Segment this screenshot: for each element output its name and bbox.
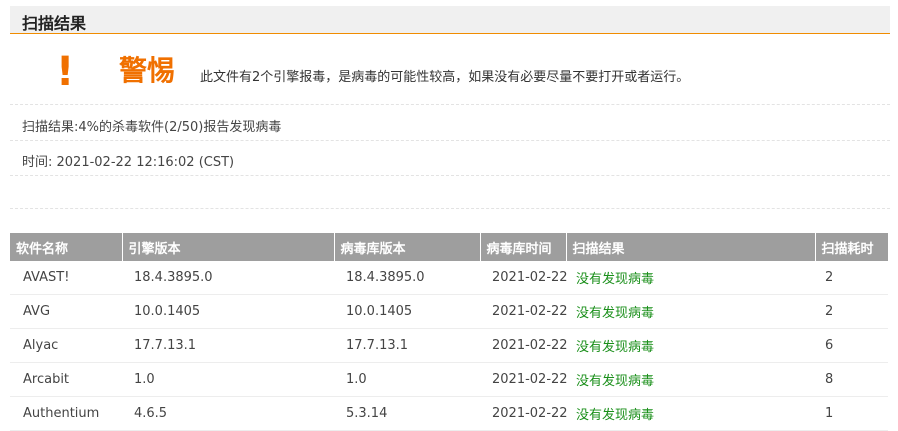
table-row: Authentium 4.6.5 5.3.14 2021-02-22 没有发现病… bbox=[10, 396, 888, 431]
software-name: Arcabit bbox=[10, 362, 122, 397]
scan-result-summary: 扫描结果:4%的杀毒软件(2/50)报告发现病毒 bbox=[22, 120, 282, 135]
db-version: 5.3.14 bbox=[334, 396, 480, 431]
engine-version: 10.0.1405 bbox=[122, 294, 334, 329]
column-header-db-version: 病毒库版本 bbox=[334, 233, 481, 261]
scan-duration: 8 bbox=[815, 362, 888, 397]
divider bbox=[10, 175, 890, 176]
table-row: Alyac 17.7.13.1 17.7.13.1 2021-02-22 没有发… bbox=[10, 328, 888, 363]
scan-results-table: 软件名称 引擎版本 病毒库版本 病毒库时间 扫描结果 扫描耗时 AVAST! 1… bbox=[10, 233, 888, 431]
table-row: AVG 10.0.1405 10.0.1405 2021-02-22 没有发现病… bbox=[10, 294, 888, 329]
db-date: 2021-02-22 bbox=[480, 328, 568, 363]
scan-result: 没有发现病毒 bbox=[566, 294, 815, 329]
scan-time: 时间: 2021-02-22 12:16:02 (CST) bbox=[22, 155, 235, 170]
table-row: Arcabit 1.0 1.0 2021-02-22 没有发现病毒 8 bbox=[10, 362, 888, 397]
db-date: 2021-02-22 bbox=[480, 396, 568, 431]
db-version: 18.4.3895.0 bbox=[334, 261, 480, 295]
divider bbox=[10, 208, 890, 209]
engine-version: 1.0 bbox=[122, 362, 334, 397]
scan-duration: 6 bbox=[815, 328, 888, 363]
software-name: AVAST! bbox=[10, 261, 122, 295]
section-header: 扫描结果 bbox=[10, 6, 890, 34]
db-version: 10.0.1405 bbox=[334, 294, 480, 329]
column-header-engine-version: 引擎版本 bbox=[122, 233, 335, 261]
divider bbox=[10, 140, 890, 141]
column-header-software: 软件名称 bbox=[10, 233, 123, 261]
scan-duration: 1 bbox=[815, 396, 888, 431]
engine-version: 4.6.5 bbox=[122, 396, 334, 431]
db-date: 2021-02-22 bbox=[480, 294, 568, 329]
column-header-scan-result: 扫描结果 bbox=[566, 233, 816, 261]
table-header-row: 软件名称 引擎版本 病毒库版本 病毒库时间 扫描结果 扫描耗时 bbox=[10, 233, 888, 261]
divider bbox=[10, 104, 890, 105]
table-row: AVAST! 18.4.3895.0 18.4.3895.0 2021-02-2… bbox=[10, 261, 888, 295]
db-version: 17.7.13.1 bbox=[334, 328, 480, 363]
scan-duration: 2 bbox=[815, 294, 888, 329]
warning-message: 此文件有2个引擎报毒，是病毒的可能性较高，如果没有必要尽量不要打开或者运行。 bbox=[200, 70, 690, 85]
db-date: 2021-02-22 bbox=[480, 261, 568, 295]
engine-version: 18.4.3895.0 bbox=[122, 261, 334, 295]
db-date: 2021-02-22 bbox=[480, 362, 568, 397]
scan-result: 没有发现病毒 bbox=[566, 328, 815, 363]
scan-duration: 2 bbox=[815, 261, 888, 295]
software-name: AVG bbox=[10, 294, 122, 329]
db-version: 1.0 bbox=[334, 362, 480, 397]
column-header-scan-time: 扫描耗时 bbox=[815, 233, 888, 261]
scan-result: 没有发现病毒 bbox=[566, 261, 815, 295]
column-header-db-date: 病毒库时间 bbox=[480, 233, 567, 261]
engine-version: 17.7.13.1 bbox=[122, 328, 334, 363]
warning-title: 警惕 bbox=[119, 54, 176, 87]
scan-result: 没有发现病毒 bbox=[566, 396, 815, 431]
scan-result: 没有发现病毒 bbox=[566, 362, 815, 397]
software-name: Alyac bbox=[10, 328, 122, 363]
software-name: Authentium bbox=[10, 396, 122, 431]
exclamation-icon: ! bbox=[56, 49, 75, 95]
section-title: 扫描结果 bbox=[22, 14, 87, 33]
